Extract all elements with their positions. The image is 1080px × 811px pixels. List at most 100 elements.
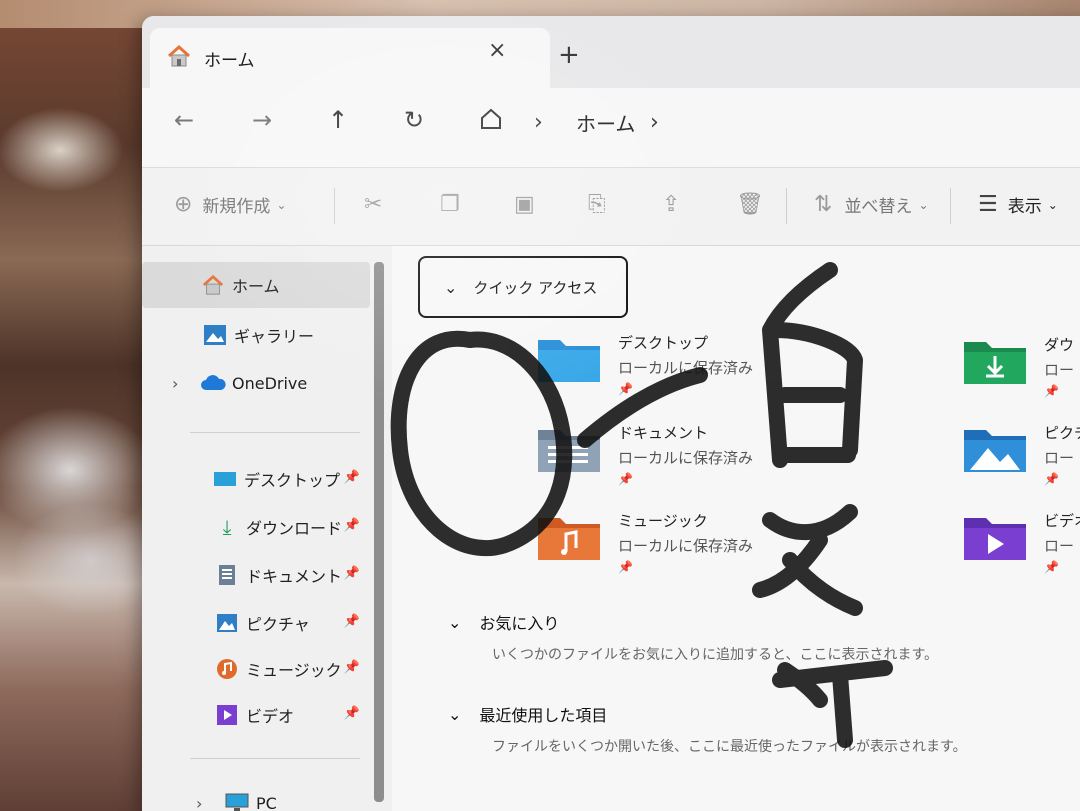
- pin-icon[interactable]: 📌: [344, 470, 360, 485]
- recent-header[interactable]: ⌄ 最近使用した項目: [448, 702, 607, 726]
- pin-icon[interactable]: 📌: [344, 518, 360, 533]
- sidebar-item-desktop[interactable]: デスクトップ 📌: [142, 456, 370, 502]
- chevron-down-icon: ⌄: [1047, 197, 1058, 212]
- toolbar-divider: [950, 188, 951, 224]
- tile-subtitle: ロー: [1044, 537, 1075, 555]
- sidebar-item-label: OneDrive: [232, 373, 308, 393]
- video-icon: [214, 704, 240, 726]
- pin-icon[interactable]: 📌: [344, 614, 360, 629]
- sidebar-item-label: ドキュメント: [246, 567, 343, 586]
- view-button-label: 表示: [1007, 197, 1042, 217]
- sidebar-item-label: ミュージック: [246, 661, 342, 680]
- share-button[interactable]: ⇪: [662, 192, 680, 217]
- chevron-down-icon: ⌄: [918, 197, 929, 212]
- breadcrumb-chevron[interactable]: ›: [650, 110, 659, 135]
- new-tab-button[interactable]: +: [558, 40, 580, 70]
- cut-button[interactable]: ✂: [364, 192, 382, 217]
- tile-videos[interactable]: ビデオ ロー 📌: [962, 510, 1080, 574]
- copy-button[interactable]: ❐: [440, 192, 460, 217]
- tile-pictures[interactable]: ピクチ ロー 📌: [962, 422, 1080, 486]
- sidebar-item-label: ピクチャ: [246, 615, 310, 634]
- tile-subtitle: ロー: [1044, 449, 1075, 467]
- tile-downloads[interactable]: ダウ ロー 📌: [962, 334, 1074, 398]
- rename-button[interactable]: ⎘: [588, 192, 606, 217]
- content-pane: ⌄ クイック アクセス デスクトップ ローカルに保存済み 📌 ドキュメント ロー…: [392, 246, 1080, 811]
- home-icon: [166, 44, 192, 72]
- music-icon: [214, 658, 240, 680]
- tile-subtitle: ローカルに保存済み: [618, 537, 754, 555]
- chevron-right-icon[interactable]: ›: [196, 794, 224, 811]
- tile-name: デスクトップ: [618, 334, 709, 352]
- sort-icon: ⇅: [814, 192, 833, 217]
- sidebar-item-documents[interactable]: ドキュメント 📌: [142, 552, 370, 598]
- sidebar-item-label: デスクトップ: [244, 471, 341, 490]
- sidebar-item-onedrive[interactable]: › OneDrive: [142, 360, 370, 406]
- scissors-icon: ✂: [364, 192, 383, 217]
- back-button[interactable]: ←: [174, 106, 194, 134]
- new-button[interactable]: ⊕ 新規作成 ⌄: [174, 192, 287, 217]
- sidebar-item-music[interactable]: ミュージック 📌: [142, 646, 370, 692]
- share-icon: ⇪: [662, 192, 681, 217]
- sidebar-item-gallery[interactable]: ギャラリー: [142, 312, 370, 358]
- desktop-icon: [212, 470, 238, 488]
- navigation-pane: ホーム ギャラリー › OneDrive デスクトップ 📌 ⤓ ダウンロード 📌…: [142, 246, 392, 811]
- delete-button[interactable]: 🗑: [736, 192, 764, 217]
- sort-button[interactable]: ⇅ 並べ替え ⌄: [814, 192, 929, 217]
- sidebar-item-downloads[interactable]: ⤓ ダウンロード 📌: [142, 504, 370, 550]
- paste-button[interactable]: ▣: [514, 192, 535, 217]
- chevron-down-icon: ⌄: [448, 612, 462, 632]
- file-explorer-window: ホーム × + ← → ↑ ↻ › ホーム › ⊕ 新規作成 ⌄ ✂ ❐ ▣ ⎘…: [142, 16, 1080, 811]
- refresh-button[interactable]: ↻: [404, 106, 424, 134]
- quick-access-header[interactable]: ⌄ クイック アクセス: [418, 256, 628, 318]
- chevron-right-icon[interactable]: ›: [172, 374, 200, 393]
- sidebar-item-videos[interactable]: ビデオ 📌: [142, 692, 370, 738]
- trash-icon: 🗑: [736, 192, 764, 217]
- breadcrumb-home-icon[interactable]: [478, 106, 504, 136]
- tile-documents[interactable]: ドキュメント ローカルに保存済み 📌: [536, 422, 753, 486]
- copy-icon: ❐: [440, 192, 460, 217]
- favorites-title: お気に入り: [479, 614, 560, 633]
- tab-label: ホーム: [204, 50, 255, 71]
- pin-icon[interactable]: 📌: [344, 566, 360, 581]
- address-bar: ← → ↑ ↻ › ホーム ›: [142, 88, 1080, 168]
- favorites-header[interactable]: ⌄ お気に入り: [448, 610, 559, 634]
- sort-button-label: 並べ替え: [844, 197, 913, 217]
- up-button[interactable]: ↑: [328, 106, 348, 134]
- favorites-empty-message: いくつかのファイルをお気に入りに追加すると、ここに表示されます。: [492, 647, 939, 663]
- tile-subtitle: ローカルに保存済み: [618, 359, 754, 377]
- sidebar-item-label: ビデオ: [246, 707, 295, 726]
- sidebar-item-label: ホーム: [232, 277, 280, 296]
- tile-subtitle: ローカルに保存済み: [618, 449, 754, 467]
- command-bar: ⊕ 新規作成 ⌄ ✂ ❐ ▣ ⎘ ⇪ 🗑 ⇅ 並べ替え ⌄ ☰ 表示 ⌄: [142, 168, 1080, 246]
- chevron-down-icon: ⌄: [276, 197, 287, 212]
- sidebar-item-pc[interactable]: › PC: [142, 780, 370, 811]
- monitor-icon: [224, 793, 250, 811]
- download-icon: ⤓: [222, 515, 232, 539]
- plus-circle-icon: ⊕: [174, 192, 193, 217]
- tile-music[interactable]: ミュージック ローカルに保存済み 📌: [536, 510, 753, 574]
- toolbar-divider: [334, 188, 335, 224]
- sidebar-scrollbar[interactable]: [374, 262, 384, 802]
- forward-button[interactable]: →: [252, 106, 272, 134]
- breadcrumb-location[interactable]: ホーム: [576, 108, 635, 137]
- tile-name: ピクチ: [1044, 424, 1080, 442]
- home-icon: [200, 274, 226, 296]
- tab-close-button[interactable]: ×: [488, 38, 506, 63]
- list-view-icon: ☰: [978, 192, 998, 217]
- sidebar-divider: [190, 758, 360, 759]
- recent-title: 最近使用した項目: [479, 706, 608, 725]
- sidebar-divider: [190, 432, 360, 433]
- document-icon: [214, 564, 240, 586]
- sidebar-item-pictures[interactable]: ピクチャ 📌: [142, 600, 370, 646]
- tile-desktop[interactable]: デスクトップ ローカルに保存済み 📌: [536, 332, 753, 396]
- tile-subtitle: ロー: [1044, 361, 1075, 379]
- cloud-icon: [200, 374, 226, 392]
- pin-icon[interactable]: 📌: [344, 706, 360, 721]
- tile-name: ビデオ: [1044, 512, 1080, 530]
- pin-icon[interactable]: 📌: [344, 660, 360, 675]
- clipboard-icon: ▣: [514, 192, 535, 217]
- sidebar-item-home[interactable]: ホーム: [142, 262, 370, 308]
- view-button[interactable]: ☰ 表示 ⌄: [978, 192, 1058, 217]
- chevron-down-icon: ⌄: [448, 704, 462, 724]
- folder-pictures-icon: [962, 422, 1028, 474]
